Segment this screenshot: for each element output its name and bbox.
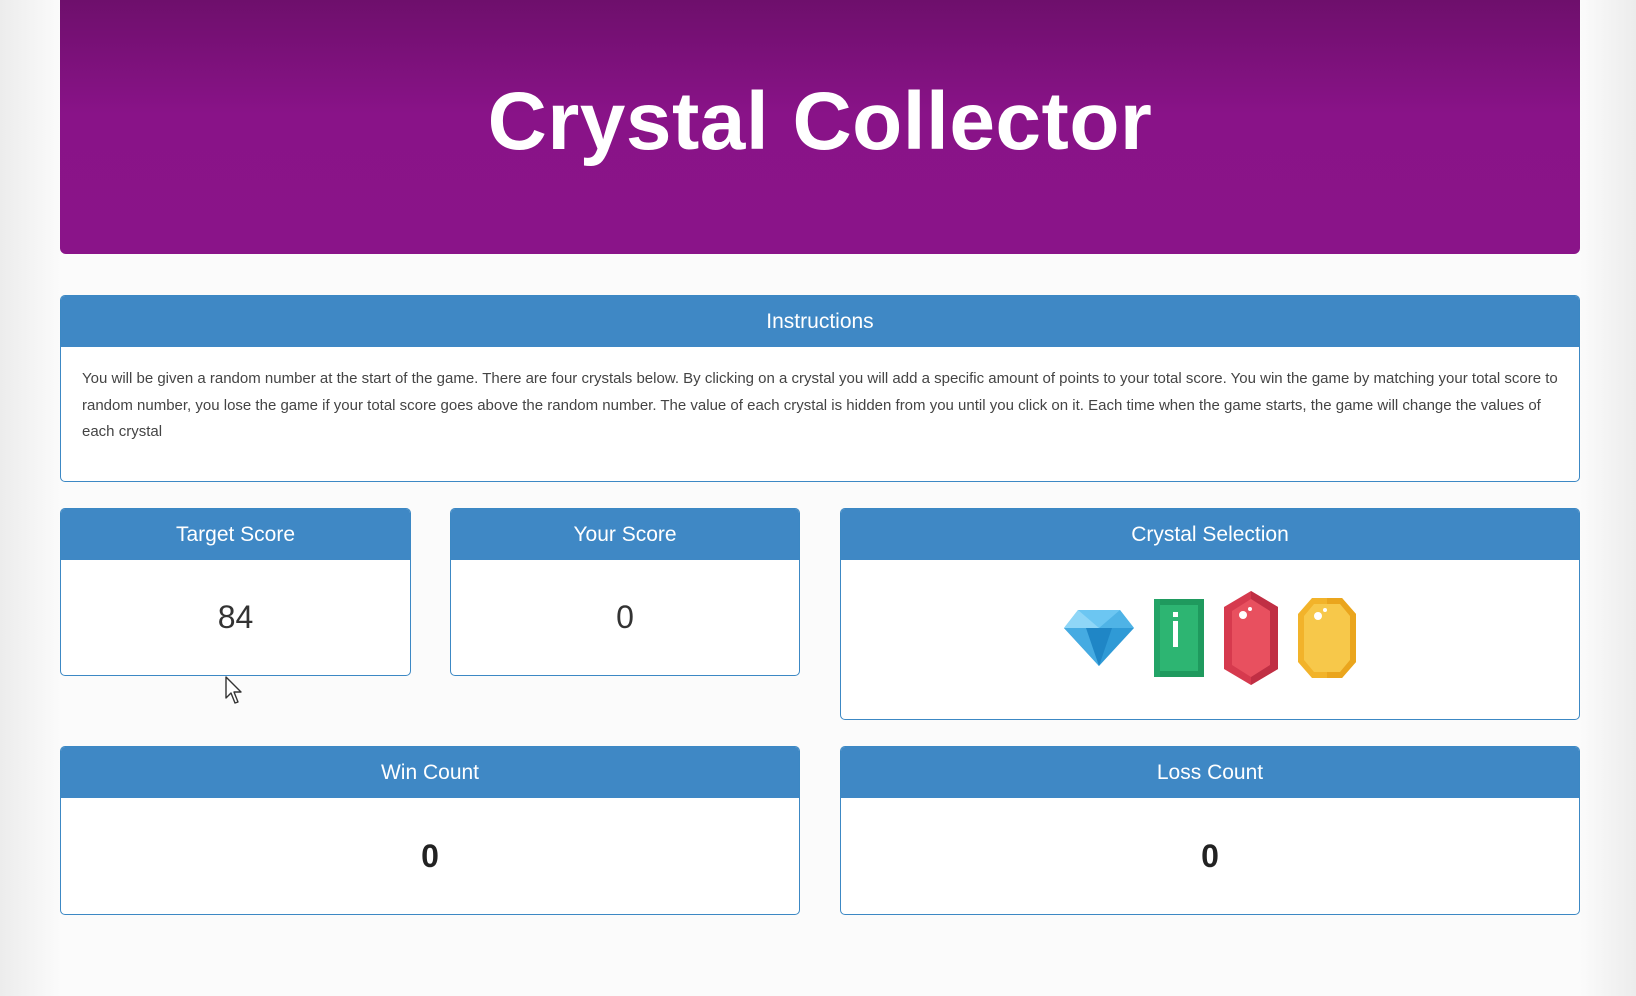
your-score-heading: Your Score (451, 509, 799, 560)
instructions-panel: Instructions You will be given a random … (60, 295, 1580, 482)
crystal-row (841, 560, 1579, 719)
mouse-cursor-icon (225, 676, 245, 706)
target-score-heading: Target Score (61, 509, 410, 560)
page-title: Crystal Collector (487, 76, 1153, 167)
yellow-topaz-icon[interactable] (1298, 597, 1356, 683)
target-score-value: 84 (217, 599, 254, 635)
instructions-heading: Instructions (61, 296, 1579, 347)
win-count-value: 0 (421, 837, 439, 874)
your-score-value: 0 (616, 599, 634, 635)
win-count-heading: Win Count (61, 747, 799, 798)
loss-count-value: 0 (1201, 837, 1219, 874)
red-ruby-icon[interactable] (1224, 590, 1278, 690)
instructions-text: You will be given a random number at the… (82, 370, 1558, 440)
crystal-selection-heading: Crystal Selection (841, 509, 1579, 560)
target-score-panel: Target Score 84 (60, 508, 411, 676)
green-emerald-icon[interactable] (1154, 598, 1204, 682)
header-banner: Crystal Collector (60, 0, 1580, 254)
win-count-panel: Win Count 0 (60, 746, 800, 915)
your-score-panel: Your Score 0 (450, 508, 800, 676)
blue-diamond-icon[interactable] (1064, 609, 1134, 671)
loss-count-panel: Loss Count 0 (840, 746, 1580, 915)
loss-count-heading: Loss Count (841, 747, 1579, 798)
crystal-selection-panel: Crystal Selection (840, 508, 1580, 720)
